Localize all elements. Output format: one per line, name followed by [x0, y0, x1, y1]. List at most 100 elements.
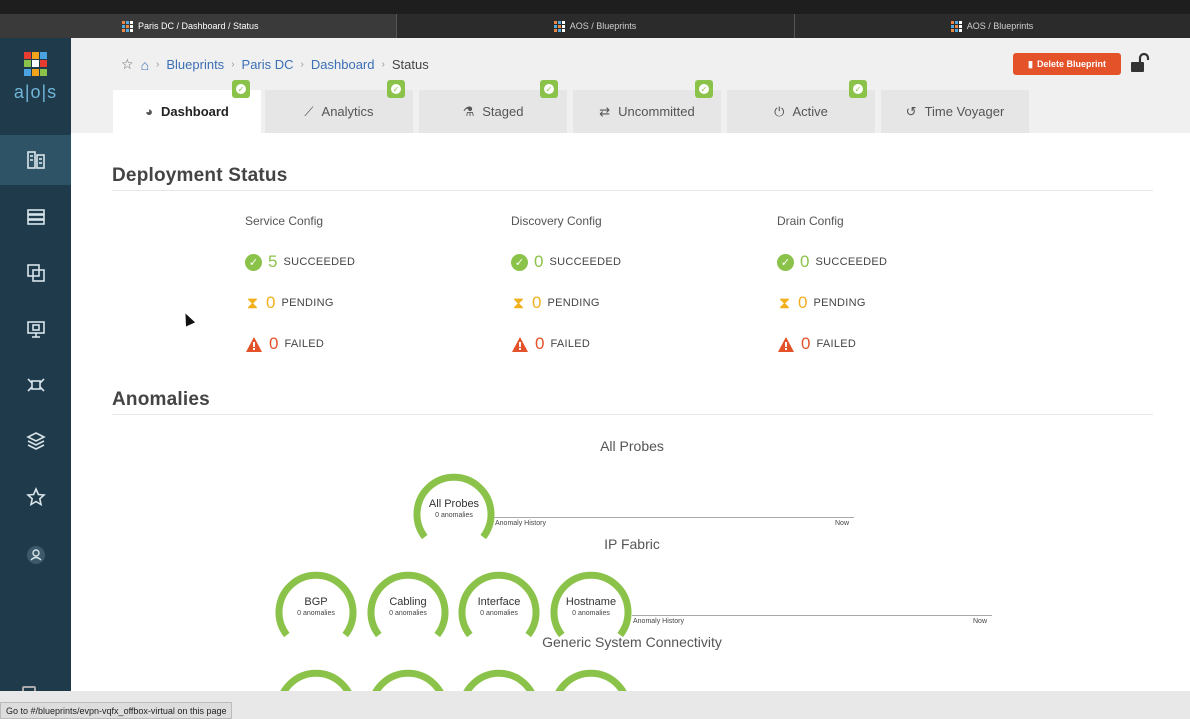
succeeded-label: SUCCEEDED [549, 256, 622, 268]
uncommitted-icon: ⇄ [599, 103, 611, 119]
blueprints-icon [26, 151, 45, 169]
tab-status-badge: ✓ [695, 80, 713, 98]
succeeded-count: 5 [268, 252, 278, 271]
tab-label: Active [792, 104, 828, 119]
design-icon [26, 264, 45, 282]
failed-row[interactable]: 0 FAILED [245, 334, 324, 354]
browser-titlebar [0, 0, 1190, 14]
home-icon[interactable]: ⌂ [141, 57, 149, 73]
succeeded-row[interactable]: ✓ 5 SUCCEEDED [245, 252, 355, 272]
devices-icon [26, 209, 45, 225]
check-icon: ✓ [391, 84, 401, 94]
tab-time-voyager[interactable]: ↺ Time Voyager [881, 90, 1031, 133]
favorite-star-icon[interactable]: ☆ [121, 56, 134, 73]
delete-blueprint-label: Delete Blueprint [1036, 59, 1106, 69]
tab-status-badge: ✓ [232, 80, 250, 98]
pending-count: 0 [532, 293, 542, 312]
power-icon: ⏻ [774, 103, 785, 119]
check-icon: ✓ [544, 84, 554, 94]
pending-row[interactable]: ⧗ 0 PENDING [777, 293, 866, 313]
anomaly-gauge[interactable] [274, 666, 358, 691]
warning-icon [246, 336, 262, 352]
check-circle-icon: ✓ [511, 253, 528, 271]
anomaly-gauge[interactable] [549, 666, 633, 691]
warning-icon [512, 336, 528, 352]
gauge-anomaly-count: 0 anomalies [389, 610, 427, 617]
section-divider [112, 190, 1153, 191]
breadcrumb-link-dashboard[interactable]: Dashboard [311, 57, 375, 72]
anomaly-history-axis [632, 615, 992, 616]
breadcrumb: ☆ ⌂ › Blueprints › Paris DC › Dashboard … [121, 56, 429, 73]
tab-label: Analytics [321, 104, 374, 119]
failed-label: FAILED [816, 338, 857, 350]
breadcrumb-link-blueprints[interactable]: Blueprints [166, 57, 224, 72]
browser-tab-1[interactable]: Paris DC / Dashboard / Status [0, 14, 396, 38]
gauge-arc-icon [555, 669, 627, 691]
anomaly-gauge[interactable]: Cabling 0 anomalies [366, 568, 450, 652]
tab-label: Dashboard [160, 104, 229, 119]
breadcrumb-link-paris-dc[interactable]: Paris DC [242, 57, 294, 72]
check-circle-icon: ✓ [245, 253, 262, 271]
failed-row[interactable]: 0 FAILED [777, 334, 856, 354]
pending-count: 0 [798, 293, 808, 312]
browser-tab-title: AOS / Blueprints [569, 21, 637, 31]
failed-count: 0 [269, 334, 279, 353]
aos-favicon-icon [553, 20, 565, 32]
gauge-arc-icon [280, 669, 352, 691]
aos-favicon-icon [950, 20, 962, 32]
browser-tab-2[interactable]: AOS / Blueprints [396, 14, 794, 38]
main-content: ☆ ⌂ › Blueprints › Paris DC › Dashboard … [71, 38, 1190, 691]
column-title: Service Config [245, 214, 324, 228]
gauge-anomaly-count: 0 anomalies [435, 512, 473, 519]
star-icon [25, 486, 46, 507]
anomaly-gauge[interactable]: BGP 0 anomalies [274, 568, 358, 652]
tab-label: Staged [482, 104, 524, 119]
sidebar-item-user[interactable] [0, 530, 71, 580]
check-icon: ✓ [236, 84, 246, 94]
sidebar-item-design[interactable] [0, 248, 71, 298]
sidebar-item-favorites[interactable] [0, 472, 71, 522]
probe-group-title: IP Fabric [604, 536, 660, 552]
gauge-name: Hostname [565, 596, 617, 608]
browser-tab-strip: Paris DC / Dashboard / Status AOS / Blue… [0, 0, 1190, 38]
aos-logo[interactable]: a|o|s [0, 48, 71, 103]
anomalies-heading: Anomalies [112, 389, 210, 410]
pending-row[interactable]: ⧗ 0 PENDING [511, 293, 600, 313]
layers-icon [25, 432, 46, 450]
failed-row[interactable]: 0 FAILED [511, 334, 590, 354]
delete-blueprint-button[interactable]: ▮ Delete Blueprint [1013, 53, 1121, 75]
deployment-status-heading: Deployment Status [112, 165, 288, 186]
gauge-anomaly-count: 0 anomalies [572, 610, 610, 617]
tab-status-badge: ✓ [849, 80, 867, 98]
succeeded-count: 0 [800, 252, 810, 271]
anomaly-gauge[interactable] [457, 666, 541, 691]
warning-icon [778, 336, 794, 352]
probe-group-title: All Probes [600, 438, 664, 454]
failed-label: FAILED [550, 338, 591, 350]
anomaly-history-label: Anomaly History [633, 618, 684, 625]
succeeded-row[interactable]: ✓ 0 SUCCEEDED [777, 252, 887, 272]
pending-label: PENDING [281, 297, 334, 309]
sidebar-item-devices[interactable] [0, 192, 71, 242]
browser-tab-title: AOS / Blueprints [966, 21, 1034, 31]
failed-count: 0 [801, 334, 811, 353]
succeeded-row[interactable]: ✓ 0 SUCCEEDED [511, 252, 621, 272]
breadcrumb-current: Status [391, 57, 429, 72]
logo-text: a|o|s [13, 82, 58, 102]
browser-tab-3[interactable]: AOS / Blueprints [794, 14, 1190, 38]
browser-tab-title: Paris DC / Dashboard / Status [138, 21, 259, 31]
link-url-tooltip: Go to #/blueprints/evpn-vqfx_offbox-virt… [0, 702, 233, 719]
anomaly-gauge[interactable] [366, 666, 450, 691]
dashboard-icon: ◕ [145, 104, 153, 119]
sidebar-item-blueprints[interactable] [0, 135, 71, 185]
hourglass-icon: ⧗ [512, 294, 525, 312]
sidebar-item-resources[interactable] [0, 304, 71, 354]
unlock-icon[interactable] [1129, 52, 1151, 74]
pending-row[interactable]: ⧗ 0 PENDING [245, 293, 334, 313]
column-title: Discovery Config [511, 214, 602, 228]
gauge-arc-icon [463, 669, 535, 691]
sidebar-item-layers[interactable] [0, 416, 71, 466]
sidebar-item-external-systems[interactable] [0, 360, 71, 410]
now-label: Now [973, 618, 988, 625]
check-icon: ✓ [699, 84, 709, 94]
